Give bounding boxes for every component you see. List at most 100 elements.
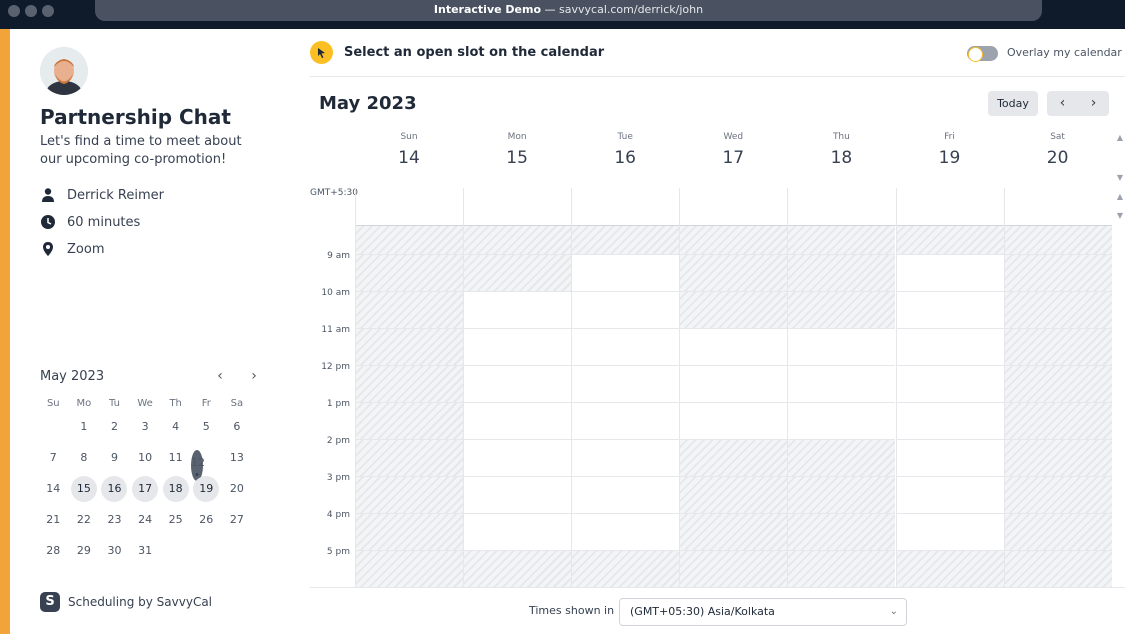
open-slot[interactable]: [463, 514, 572, 551]
day-header: Sat 20: [1004, 132, 1112, 168]
blocked-slot: [895, 551, 1004, 588]
open-slot[interactable]: [571, 366, 680, 403]
open-slot[interactable]: [787, 329, 896, 366]
chevron-down-icon: ⌄: [889, 606, 898, 617]
blocked-slot: [679, 226, 788, 255]
open-slot[interactable]: [571, 255, 680, 292]
mini-prev-month-button[interactable]: ‹: [211, 368, 229, 384]
blocked-slot: [679, 551, 788, 588]
prev-week-button[interactable]: ‹: [1047, 91, 1078, 116]
mini-day: 27: [229, 513, 244, 526]
calendar-panel: Select an open slot on the calendar Over…: [310, 29, 1125, 634]
event-description: Let's find a time to meet about our upco…: [40, 134, 242, 167]
open-slot[interactable]: [895, 514, 1004, 551]
blocked-slot: [679, 255, 788, 292]
day-header: Sun 14: [355, 132, 463, 168]
allday-scroll-up-arrow[interactable]: ▲: [1115, 192, 1125, 201]
blocked-slot: [463, 551, 572, 588]
blocked-slot: [679, 440, 788, 477]
mini-day[interactable]: 16: [99, 476, 130, 507]
open-slot[interactable]: [571, 440, 680, 477]
allday-scroll-down-arrow[interactable]: ▼: [1115, 211, 1125, 220]
all-day-cell[interactable]: [1003, 188, 1112, 226]
open-slot[interactable]: [463, 477, 572, 514]
mini-day[interactable]: 15: [69, 476, 100, 507]
day-date: 18: [830, 148, 853, 168]
open-slot[interactable]: [895, 292, 1004, 329]
all-day-cell[interactable]: [895, 188, 1004, 226]
mini-day: 9: [110, 451, 118, 464]
open-slot[interactable]: [679, 403, 788, 440]
all-day-cell[interactable]: [787, 188, 895, 226]
window-maximize-dot[interactable]: [42, 5, 54, 17]
open-slot[interactable]: [463, 403, 572, 440]
calendar-toolbar: Select an open slot on the calendar Over…: [310, 29, 1125, 77]
weekday-label: We: [137, 398, 153, 409]
page-url: savvycal.com/derrick/john: [559, 3, 704, 16]
blocked-slot: [1003, 514, 1112, 551]
window-close-dot[interactable]: [8, 5, 20, 17]
day-date: 17: [722, 148, 745, 168]
savvycal-logo: S: [40, 592, 60, 612]
blocked-slot: [787, 514, 896, 551]
host-avatar: [40, 47, 88, 95]
open-slot[interactable]: [463, 329, 572, 366]
mini-calendar-month: May 2023: [40, 368, 105, 384]
open-slot[interactable]: [787, 403, 896, 440]
day-date: 14: [398, 148, 420, 168]
open-slot[interactable]: [463, 366, 572, 403]
open-slot[interactable]: [571, 403, 680, 440]
overlay-calendar-toggle[interactable]: [967, 46, 998, 62]
title-separator: —: [544, 3, 556, 16]
weekday-label: Mo: [76, 398, 92, 409]
mini-day[interactable]: 19: [191, 476, 222, 507]
day-header: Tue 16: [571, 132, 679, 168]
open-slot[interactable]: [895, 403, 1004, 440]
day-header: Mon 15: [463, 132, 571, 168]
open-slot[interactable]: [571, 292, 680, 329]
open-slot[interactable]: [787, 366, 896, 403]
open-slot[interactable]: [571, 329, 680, 366]
all-day-cell[interactable]: [463, 188, 571, 226]
all-day-cell[interactable]: [571, 188, 679, 226]
location-row: Zoom: [40, 241, 104, 257]
open-slot[interactable]: [895, 255, 1004, 292]
day-name: Thu: [832, 132, 850, 142]
open-slot[interactable]: [895, 477, 1004, 514]
open-slot[interactable]: [895, 366, 1004, 403]
blocked-slot: [355, 403, 464, 440]
window-minimize-dot[interactable]: [25, 5, 37, 17]
mini-day[interactable]: 17: [130, 476, 161, 507]
mini-day: 2: [110, 420, 118, 433]
today-button[interactable]: Today: [988, 91, 1038, 116]
scroll-up-arrow[interactable]: ▲: [1115, 133, 1125, 142]
time-slot-grid: [355, 226, 1112, 588]
mini-next-month-button[interactable]: ›: [245, 368, 263, 384]
blocked-slot: [787, 292, 896, 329]
open-slot[interactable]: [895, 329, 1004, 366]
next-week-button[interactable]: ›: [1078, 91, 1109, 116]
scroll-down-arrow[interactable]: ▼: [1115, 173, 1125, 182]
timezone-select[interactable]: (GMT+05:30) Asia/Kolkata ⌄: [619, 598, 907, 626]
open-slot[interactable]: [679, 366, 788, 403]
url-bar[interactable]: Interactive Demo — savvycal.com/derrick/…: [95, 0, 1042, 21]
open-slot[interactable]: [463, 440, 572, 477]
open-slot[interactable]: [571, 514, 680, 551]
mini-day[interactable]: 18: [160, 476, 191, 507]
blocked-slot: [355, 329, 464, 366]
open-slot[interactable]: [895, 440, 1004, 477]
blocked-slot: [355, 255, 464, 292]
savvycal-branding[interactable]: S Scheduling by SavvyCal: [40, 592, 212, 612]
hour-label: 9 am: [327, 251, 350, 261]
open-slot[interactable]: [679, 329, 788, 366]
all-day-cell[interactable]: [355, 188, 463, 226]
all-day-cell[interactable]: [679, 188, 787, 226]
timezone-short: GMT+5:30: [310, 188, 358, 198]
open-slot[interactable]: [571, 477, 680, 514]
blocked-slot: [355, 514, 464, 551]
times-shown-label: Times shown in: [529, 604, 615, 617]
mini-day: 7: [49, 451, 57, 464]
open-slot[interactable]: [463, 292, 572, 329]
blocked-slot: [1003, 226, 1112, 255]
blocked-slot: [787, 551, 896, 588]
